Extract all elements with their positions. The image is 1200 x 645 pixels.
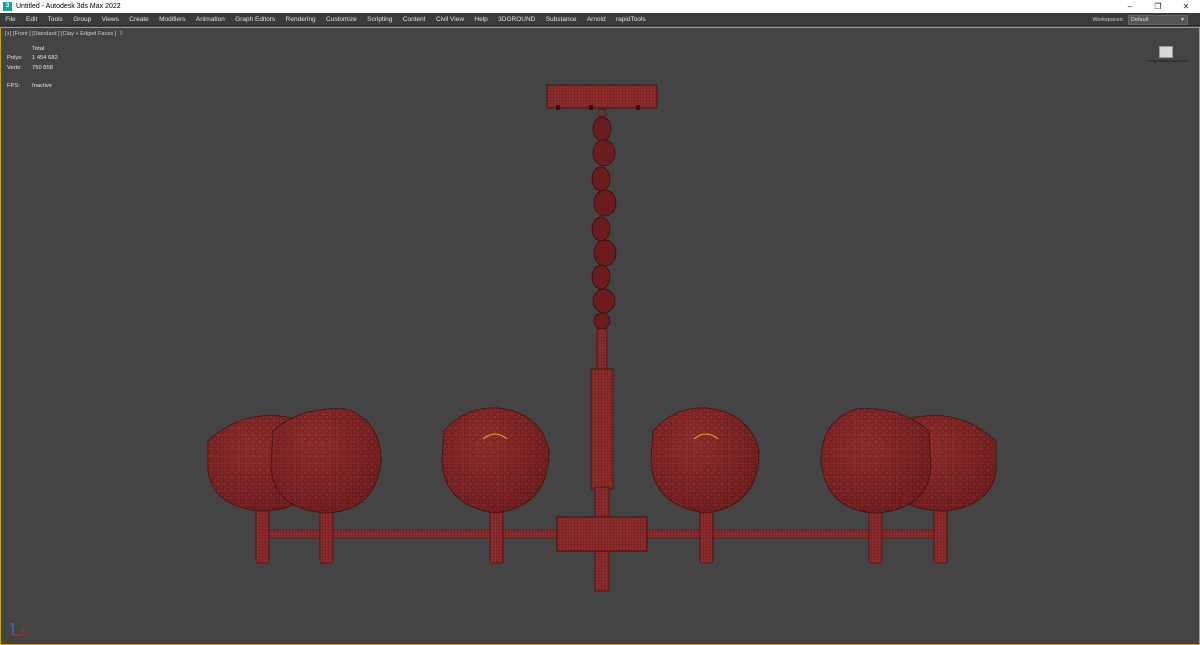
- menu-tools[interactable]: Tools: [42, 16, 68, 23]
- window-titlebar: 3 Untitled - Autodesk 3ds Max 2022 – ❐ ✕: [0, 0, 1200, 13]
- chain[interactable]: [591, 116, 617, 330]
- chandelier-model[interactable]: [1, 28, 1199, 644]
- menu-customize[interactable]: Customize: [321, 16, 362, 23]
- shade-right-inner[interactable]: [650, 407, 760, 514]
- shade-left-outer[interactable]: [270, 408, 382, 514]
- menu-help[interactable]: Help: [469, 16, 493, 23]
- close-button[interactable]: ✕: [1172, 0, 1200, 13]
- window-controls: – ❐ ✕: [1116, 0, 1200, 13]
- restore-button[interactable]: ❐: [1144, 0, 1172, 13]
- menu-edit[interactable]: Edit: [21, 16, 43, 23]
- workspaces-dropdown[interactable]: Default ▼: [1128, 14, 1188, 25]
- menu-arnold[interactable]: Arnold: [582, 16, 611, 23]
- menu-file[interactable]: File: [0, 16, 21, 23]
- menu-group[interactable]: Group: [68, 16, 96, 23]
- menu-rendering[interactable]: Rendering: [280, 16, 320, 23]
- menu-create[interactable]: Create: [124, 16, 154, 23]
- menu-3dground[interactable]: 3DGROUND: [493, 16, 541, 23]
- minimize-button[interactable]: –: [1116, 0, 1144, 13]
- app-icon: 3: [3, 2, 12, 11]
- menu-scripting[interactable]: Scripting: [362, 16, 398, 23]
- menu-substance[interactable]: Substance: [541, 16, 582, 23]
- front-viewport[interactable]: [+] [Front ] [Standard ] [Clay + Edged F…: [0, 27, 1200, 645]
- workspaces-control: Workspaces: Default ▼: [1092, 14, 1188, 25]
- main-menu-bar: File Edit Tools Group Views Create Modif…: [0, 13, 1200, 26]
- menu-rapidtools[interactable]: rapidTools: [611, 16, 651, 23]
- workspaces-label: Workspaces:: [1092, 16, 1124, 23]
- arm-bar[interactable]: [266, 516, 938, 552]
- center-stem[interactable]: [590, 328, 614, 592]
- ceiling-canopy[interactable]: [546, 84, 658, 118]
- window-title: Untitled - Autodesk 3ds Max 2022: [16, 3, 121, 10]
- shade-left-inner[interactable]: [441, 407, 550, 514]
- menu-content[interactable]: Content: [398, 16, 431, 23]
- menu-graph-editors[interactable]: Graph Editors: [230, 16, 280, 23]
- workspaces-value: Default: [1131, 16, 1149, 23]
- menu-views[interactable]: Views: [96, 16, 124, 23]
- menu-animation[interactable]: Animation: [191, 16, 230, 23]
- shade-right-outer[interactable]: [820, 408, 932, 514]
- chevron-down-icon: ▼: [1180, 16, 1185, 23]
- menu-civil-view[interactable]: Civil View: [431, 16, 469, 23]
- menu-modifiers[interactable]: Modifiers: [154, 16, 191, 23]
